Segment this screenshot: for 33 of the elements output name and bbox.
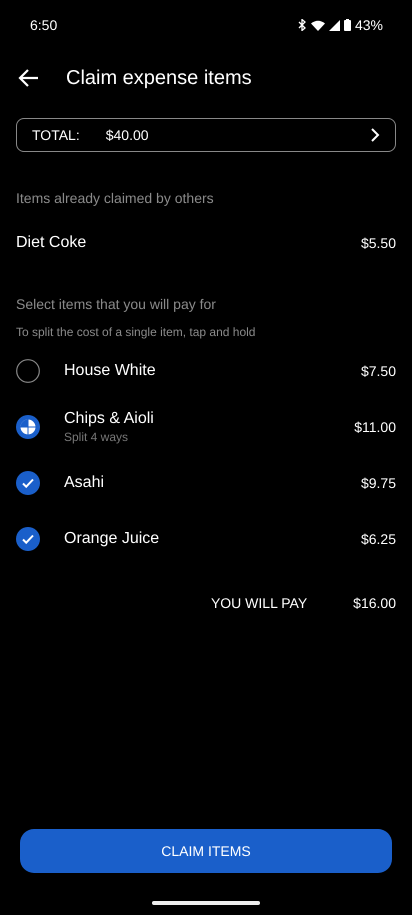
- screen-title: Claim expense items: [66, 66, 252, 90]
- item-price: $11.00: [354, 419, 396, 435]
- wifi-icon: [310, 20, 325, 30]
- battery-icon: [344, 19, 351, 31]
- item-note: Split 4 ways: [64, 430, 130, 444]
- status-time: 6:50: [30, 17, 58, 33]
- section-heading: Select items that you will pay for: [16, 296, 217, 312]
- signal-icon: [328, 20, 340, 30]
- item-price: $5.50: [360, 235, 396, 251]
- checkbox-checked[interactable]: [16, 527, 40, 551]
- item-name: House White: [64, 362, 157, 380]
- chevron-right-icon: [370, 128, 380, 142]
- item-name: Asahi: [64, 474, 106, 492]
- total-label: TOTAL:: [32, 127, 80, 143]
- item-name: Orange Juice: [64, 530, 160, 548]
- split-pie-icon[interactable]: [16, 415, 40, 439]
- checkbox-checked[interactable]: [16, 471, 40, 495]
- claim-items-button[interactable]: CLAIM ITEMS: [20, 829, 392, 873]
- total-amount: $40.00: [106, 127, 150, 143]
- total-card[interactable]: TOTAL: $40.00: [16, 118, 396, 152]
- item-name: Chips & Aioli: [64, 410, 155, 428]
- pay-amount: $16.00: [353, 595, 396, 611]
- checkbox-unchecked[interactable]: [16, 359, 40, 383]
- hint-text: To split the cost of a single item, tap and hold: [16, 325, 256, 339]
- item-price: $6.25: [360, 531, 396, 547]
- section-heading: Items already claimed by others: [16, 190, 215, 206]
- item-price: $7.50: [360, 363, 396, 379]
- bluetooth-icon: [298, 19, 307, 31]
- back-arrow-icon[interactable]: [18, 67, 40, 89]
- item-name: Diet Coke: [16, 234, 88, 252]
- battery-percent: 43%: [354, 17, 383, 33]
- item-price: $9.75: [360, 475, 396, 491]
- pay-label: YOU WILL PAY: [210, 595, 308, 611]
